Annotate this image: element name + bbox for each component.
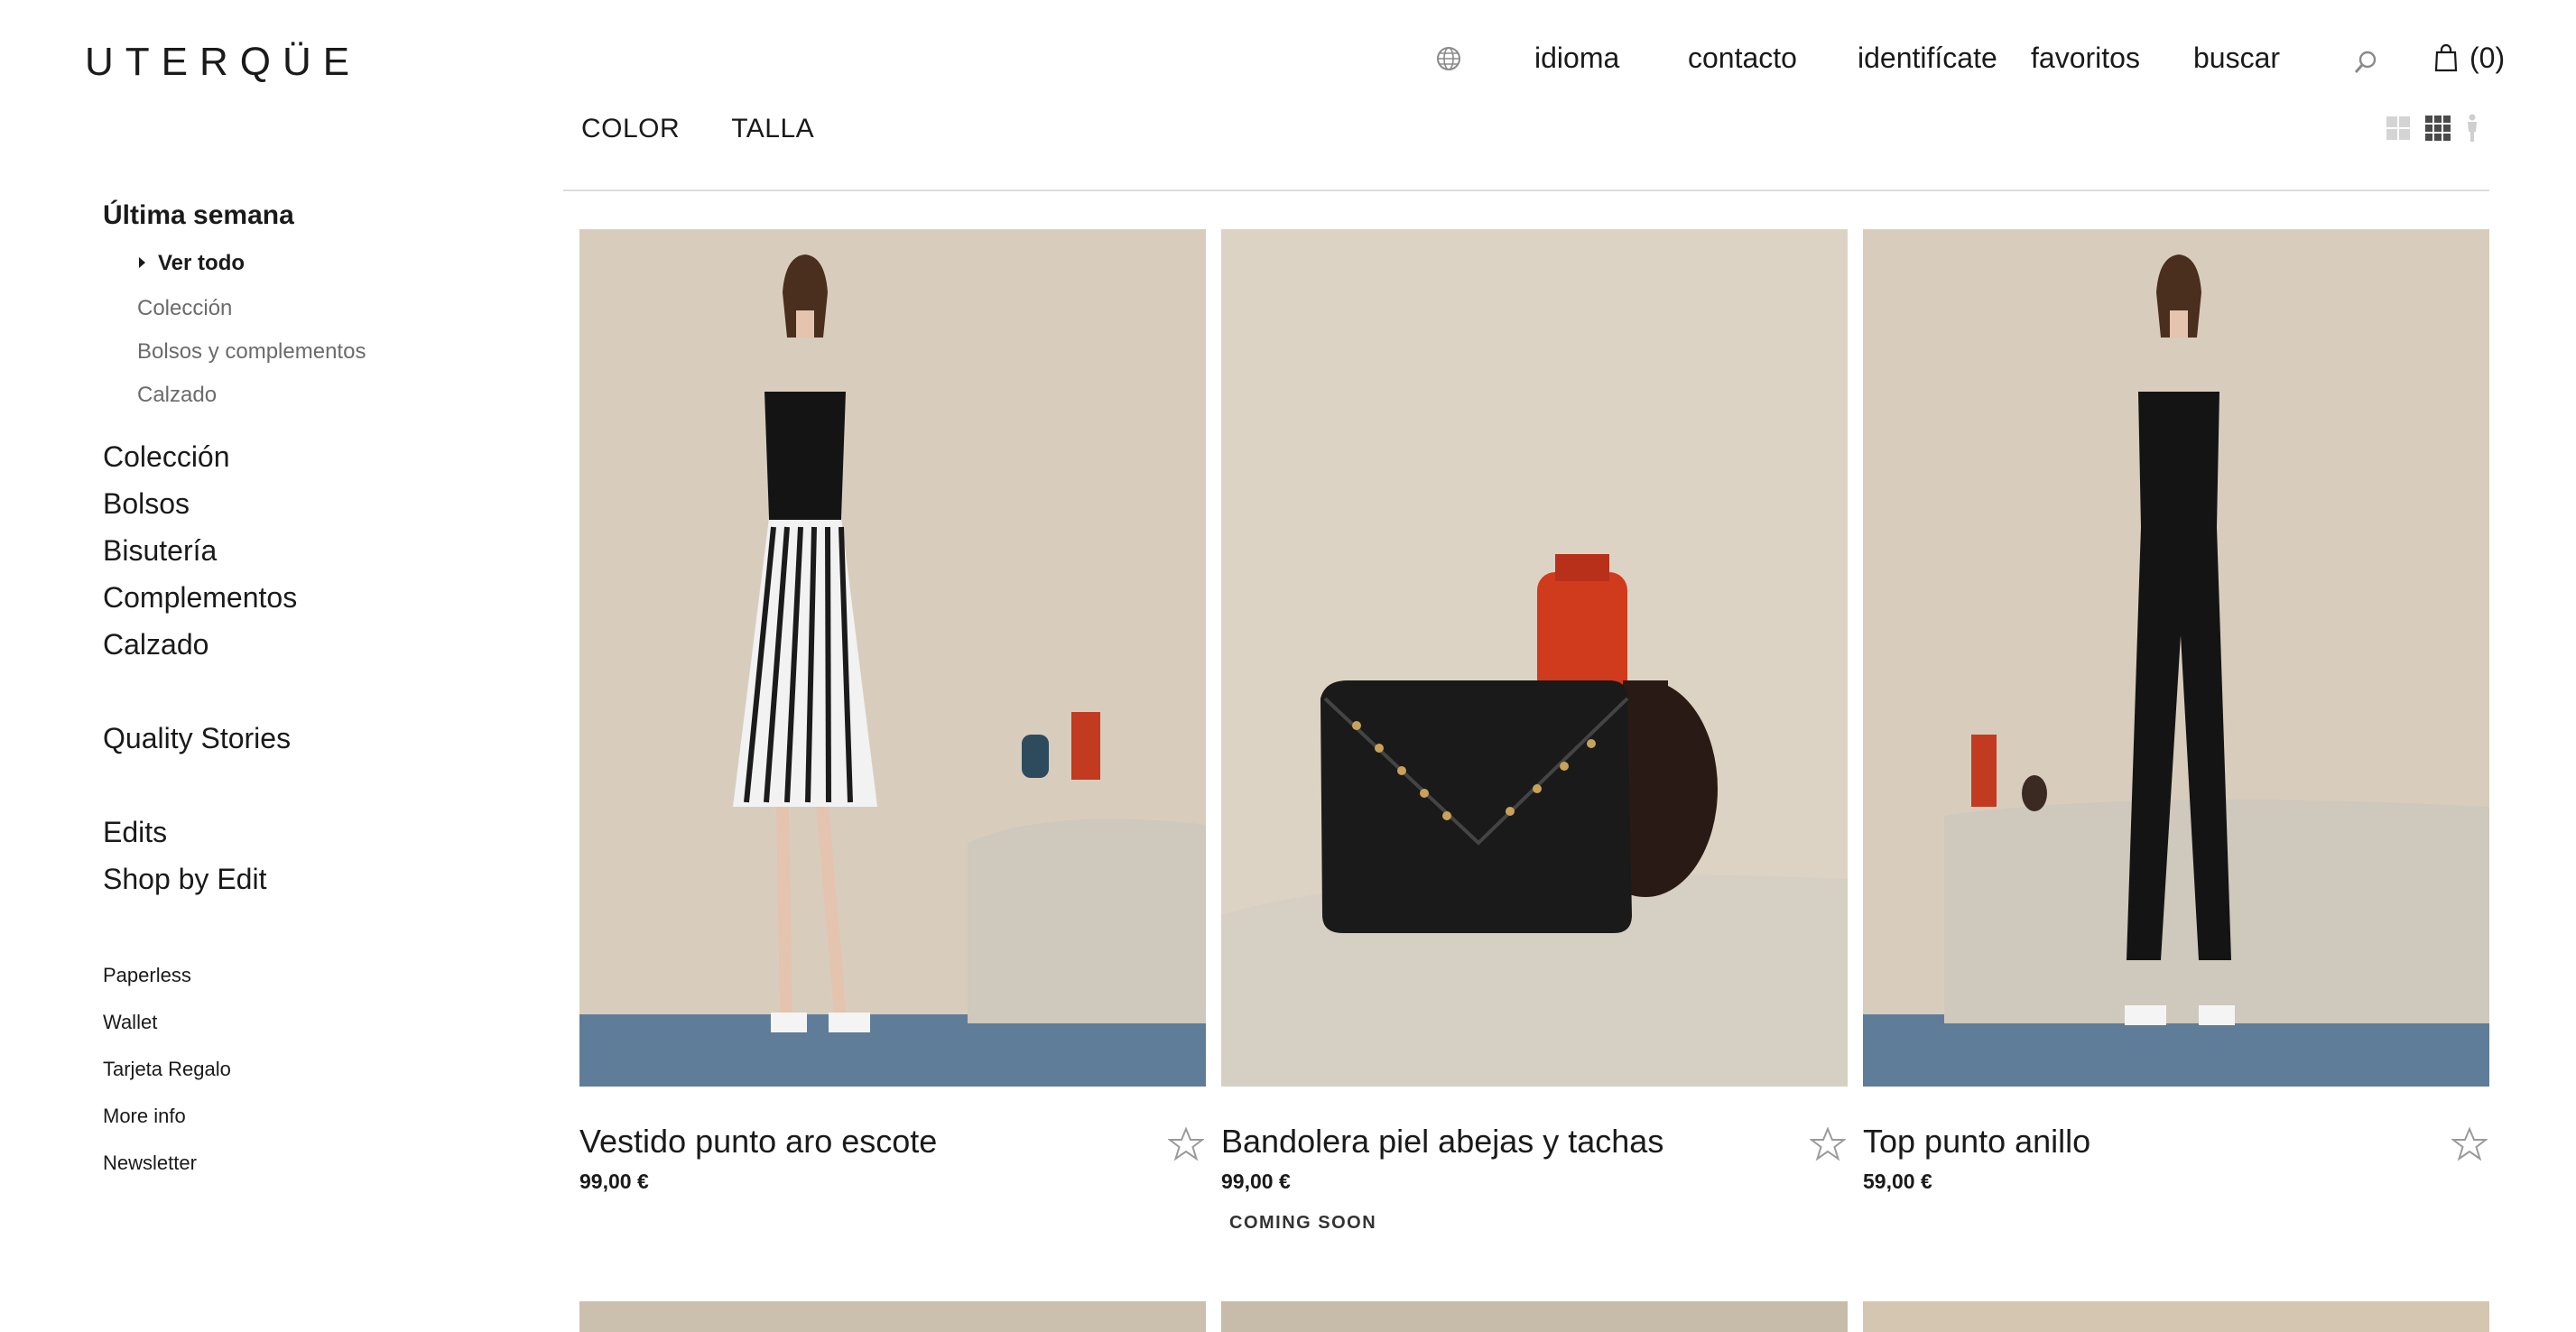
sidebar-link-paperless[interactable]: Paperless <box>103 964 191 987</box>
filter-bar: COLOR TALLA <box>581 114 814 144</box>
globe-icon[interactable] <box>1435 45 1462 72</box>
product-price: 99,00 € <box>579 1170 649 1193</box>
shopping-bag-icon[interactable] <box>2433 43 2459 72</box>
sidebar-link-more-info[interactable]: More info <box>103 1105 186 1128</box>
favorite-star-icon[interactable] <box>2451 1126 2488 1162</box>
favorite-star-icon[interactable] <box>1810 1126 1846 1162</box>
sidebar-item-bisuteria[interactable]: Bisutería <box>103 534 217 568</box>
product-name[interactable]: Vestido punto aro escote <box>579 1123 937 1161</box>
model-view-icon[interactable] <box>2464 114 2480 143</box>
product-image[interactable] <box>579 229 1206 1087</box>
product-image[interactable] <box>1221 229 1848 1087</box>
product-image-next-row[interactable] <box>1221 1301 1848 1332</box>
sidebar-link-wallet[interactable]: Wallet <box>103 1011 157 1034</box>
product-price: 99,00 € <box>1221 1170 1291 1193</box>
product-name[interactable]: Bandolera piel abejas y tachas <box>1221 1123 1663 1161</box>
grid-3-view-icon[interactable] <box>2424 115 2451 142</box>
brand-logo[interactable]: UTERQÜE <box>85 40 361 85</box>
caret-right-icon <box>139 257 145 268</box>
language-link[interactable]: idioma <box>1534 42 1619 75</box>
search-icon[interactable] <box>2352 49 2379 76</box>
sidebar-item-complementos[interactable]: Complementos <box>103 581 297 615</box>
product-image[interactable] <box>1863 229 2489 1087</box>
contact-link[interactable]: contacto <box>1688 42 1797 75</box>
product-image-next-row[interactable] <box>1863 1301 2489 1332</box>
sidebar-heading[interactable]: Última semana <box>103 200 294 231</box>
cart-count[interactable]: (0) <box>2469 42 2505 75</box>
sidebar-item-coleccion[interactable]: Colección <box>103 440 230 474</box>
sidebar-subitem-bolsos-complementos[interactable]: Bolsos y complementos <box>137 339 366 365</box>
sidebar-subitem-coleccion[interactable]: Colección <box>137 296 232 321</box>
color-filter[interactable]: COLOR <box>581 114 680 144</box>
sidebar-link-newsletter[interactable]: Newsletter <box>103 1152 197 1175</box>
coming-soon-badge: COMING SOON <box>1229 1213 1377 1233</box>
login-link[interactable]: identifícate <box>1858 42 1997 75</box>
product-name[interactable]: Top punto anillo <box>1863 1123 2090 1161</box>
sidebar-item-quality-stories[interactable]: Quality Stories <box>103 722 291 755</box>
favorites-link[interactable]: favoritos <box>2031 42 2140 75</box>
product-price: 59,00 € <box>1863 1170 1932 1193</box>
product-image-next-row[interactable] <box>579 1301 1206 1332</box>
sidebar-item-shop-by-edit[interactable]: Shop by Edit <box>103 863 266 896</box>
favorite-star-icon[interactable] <box>1168 1126 1204 1162</box>
sidebar-subitem-calzado[interactable]: Calzado <box>137 383 217 408</box>
filter-divider <box>563 190 2489 191</box>
sidebar-link-gift-card[interactable]: Tarjeta Regalo <box>103 1058 231 1081</box>
search-link[interactable]: buscar <box>2193 42 2280 75</box>
grid-2-view-icon[interactable] <box>2385 115 2412 142</box>
sidebar-item-calzado[interactable]: Calzado <box>103 628 208 661</box>
sidebar-subitem-ver-todo[interactable]: Ver todo <box>158 251 245 276</box>
sidebar-item-edits[interactable]: Edits <box>103 816 167 849</box>
sidebar-item-bolsos[interactable]: Bolsos <box>103 487 190 521</box>
size-filter[interactable]: TALLA <box>731 114 814 144</box>
view-toggles <box>2385 114 2480 143</box>
